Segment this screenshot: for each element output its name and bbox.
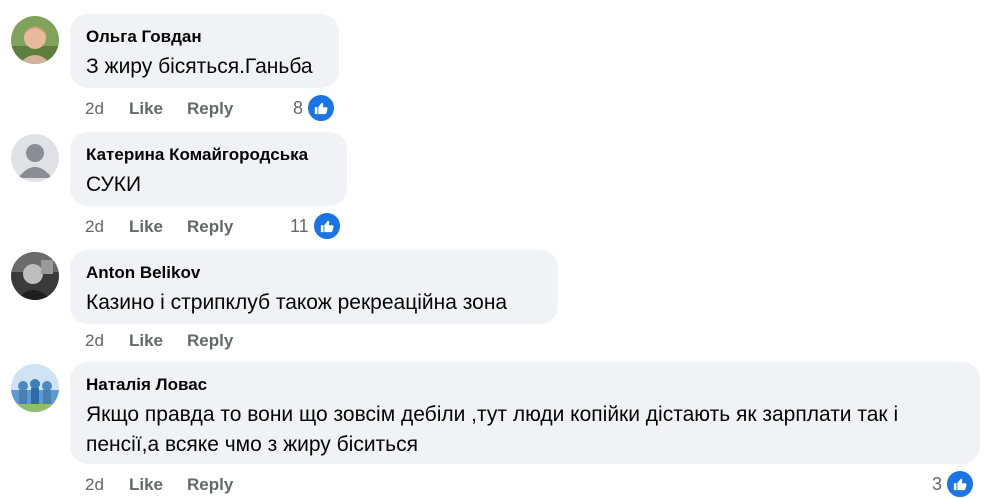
like-button[interactable]: Like (129, 474, 187, 496)
like-button[interactable]: Like (129, 330, 187, 352)
comment-actions: 2d Like Reply (85, 474, 233, 496)
comment-text: Казино і стрипклуб також рекреаційна зон… (86, 291, 508, 314)
comment-timestamp[interactable]: 2d (85, 474, 129, 496)
thumbs-up-icon (311, 211, 342, 241)
comment-actions: 2d Like Reply (85, 330, 233, 352)
reply-button[interactable]: Reply (187, 330, 233, 352)
reaction-count: 3 (932, 473, 943, 494)
reaction-summary[interactable]: 3 (932, 469, 976, 499)
like-button[interactable]: Like (129, 98, 187, 120)
comment-author[interactable]: Ольга Говдан (86, 26, 323, 48)
reaction-count: 11 (290, 215, 309, 236)
thumbs-up-icon (306, 93, 337, 123)
comment-actions: 2d Like Reply (85, 98, 233, 120)
comment-timestamp[interactable]: 2d (85, 98, 129, 120)
avatar[interactable] (11, 364, 59, 412)
avatar[interactable] (11, 134, 59, 182)
reply-button[interactable]: Reply (187, 98, 233, 120)
reaction-summary[interactable]: 11 (290, 211, 342, 241)
comment-bubble: Наталія Ловас Якщо правда то вони що зов… (70, 362, 980, 464)
reply-button[interactable]: Reply (187, 474, 233, 496)
comment-text: З жиру бісяться.Ганьба (86, 55, 313, 78)
like-button[interactable]: Like (129, 216, 187, 238)
comment-bubble: Катерина Комайгородська СУКИ (70, 132, 347, 206)
comment-author[interactable]: Катерина Комайгородська (86, 144, 331, 166)
avatar[interactable] (11, 16, 59, 64)
reply-button[interactable]: Reply (187, 216, 233, 238)
thumbs-up-icon (945, 469, 976, 499)
comment-actions: 2d Like Reply (85, 216, 233, 238)
comment-bubble: Anton Belikov Казино і стрипклуб також р… (70, 250, 558, 324)
comment-timestamp[interactable]: 2d (85, 216, 129, 238)
comment-author[interactable]: Наталія Ловас (86, 374, 964, 396)
comment-bubble: Ольга Говдан З жиру бісяться.Ганьба (70, 14, 339, 88)
comment-text: СУКИ (86, 173, 142, 196)
comment-timestamp[interactable]: 2d (85, 330, 129, 352)
reaction-count: 8 (293, 97, 304, 118)
comment-text: Якщо правда то вони що зовсім дебіли ,ту… (86, 403, 899, 456)
comment-author[interactable]: Anton Belikov (86, 262, 542, 284)
avatar[interactable] (11, 252, 59, 300)
reaction-summary[interactable]: 8 (293, 93, 337, 123)
